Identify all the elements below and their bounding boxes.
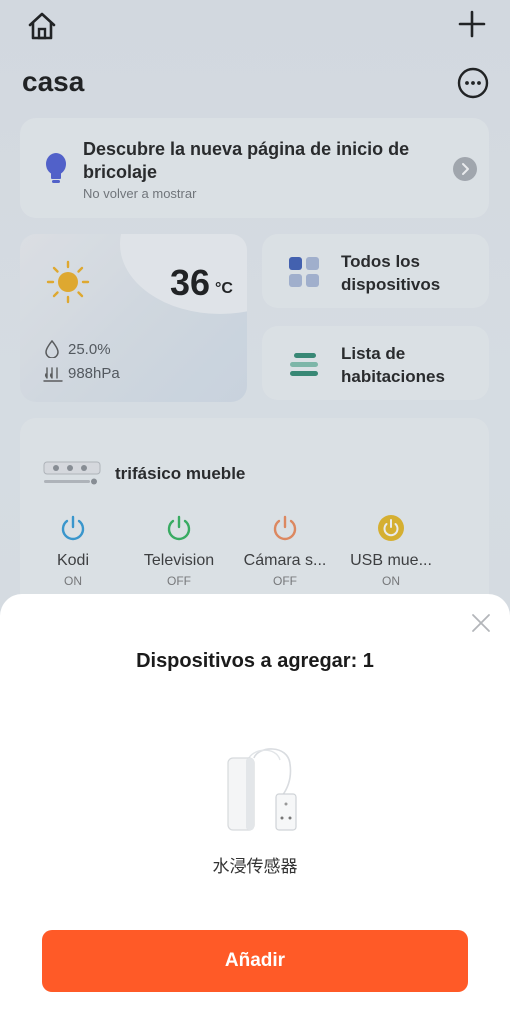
water-leak-sensor-image xyxy=(227,748,297,831)
add-button[interactable]: Añadir xyxy=(42,930,468,992)
product-name: 水浸传感器 xyxy=(212,857,298,876)
add-device-sheet: Dispositivos a agregar: 1 水浸传感器 Añadir xyxy=(0,594,510,1024)
close-icon[interactable] xyxy=(470,612,492,634)
sheet-title: Dispositivos a agregar: 1 xyxy=(136,650,374,672)
